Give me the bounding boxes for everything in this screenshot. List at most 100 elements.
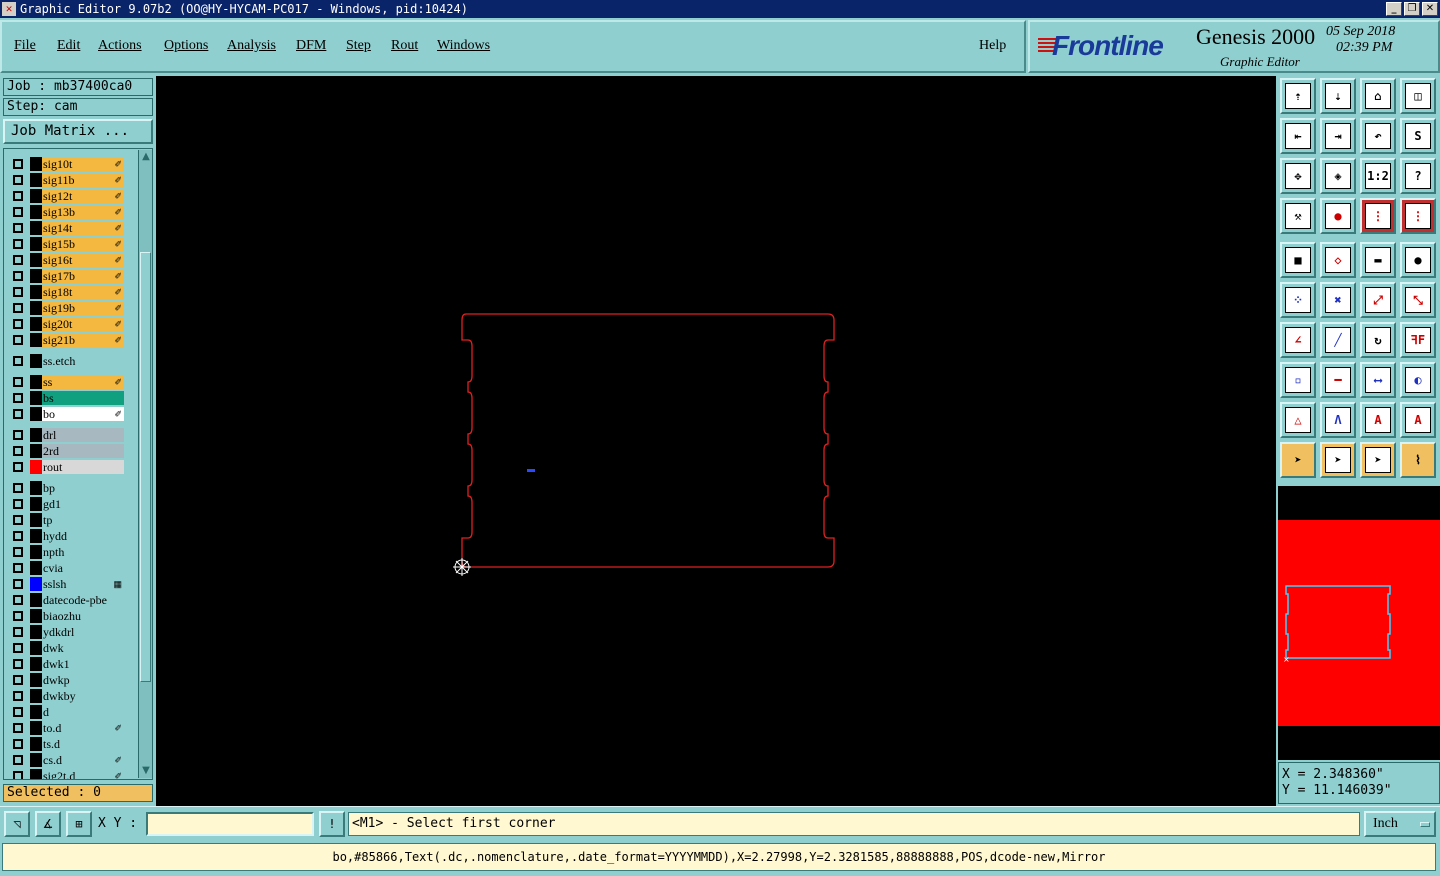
layer-checkbox[interactable] [13, 771, 23, 779]
layer-color-swatch[interactable] [30, 561, 42, 575]
stretch-button[interactable]: ⤡ [1400, 282, 1436, 318]
layer-name[interactable]: drl [42, 428, 124, 442]
layer-checkbox[interactable] [13, 659, 23, 669]
layer-checkbox[interactable] [13, 563, 23, 573]
layer-checkbox[interactable] [13, 319, 23, 329]
layer-checkbox[interactable] [13, 393, 23, 403]
select-box-button[interactable]: ➤ [1320, 442, 1356, 478]
help-button[interactable]: ? [1400, 158, 1436, 194]
layer-checkbox[interactable] [13, 462, 23, 472]
layer-checkbox[interactable] [13, 303, 23, 313]
zoom-in-button[interactable]: ⇥ [1320, 118, 1356, 154]
layer-color-swatch[interactable] [30, 529, 42, 543]
layer-name[interactable]: tp [42, 513, 124, 527]
layer-color-swatch[interactable] [30, 317, 42, 331]
layer-color-swatch[interactable] [30, 444, 42, 458]
menu-rout[interactable]: Rout [391, 38, 418, 54]
layer-name[interactable]: ydkdrl [42, 625, 124, 639]
layer-color-swatch[interactable] [30, 375, 42, 389]
select-poly-button[interactable]: ➤ [1360, 442, 1396, 478]
layer-name[interactable]: sig12t ✐ [42, 189, 124, 203]
layer-name[interactable]: sig18t ✐ [42, 285, 124, 299]
layer-name[interactable]: datecode-pbe [42, 593, 124, 607]
layer-color-swatch[interactable] [30, 625, 42, 639]
select-button[interactable]: ➤ [1280, 442, 1316, 478]
layer-color-swatch[interactable] [30, 481, 42, 495]
window-split-button[interactable]: ◫ [1400, 78, 1436, 114]
layer-checkbox[interactable] [13, 611, 23, 621]
peak-button[interactable]: Λ [1320, 402, 1356, 438]
layer-checkbox[interactable] [13, 643, 23, 653]
layer-color-swatch[interactable] [30, 769, 42, 779]
layer-color-swatch[interactable] [30, 269, 42, 283]
snap-grid-button[interactable]: ⊞ [66, 811, 92, 837]
layer-name[interactable]: 2rd [42, 444, 124, 458]
layer-color-swatch[interactable] [30, 354, 42, 368]
display-options-button[interactable]: ⚒ [1280, 198, 1316, 234]
zoom-ratio-button[interactable]: 1:2 [1360, 158, 1396, 194]
angle-button[interactable]: ∠ [1280, 322, 1316, 358]
layer-name[interactable]: sig10t ✐ [42, 157, 124, 171]
layer-name[interactable]: dwk [42, 641, 124, 655]
layer-checkbox[interactable] [13, 223, 23, 233]
layer-checkbox[interactable] [13, 287, 23, 297]
layer-name[interactable]: dwkp [42, 673, 124, 687]
layer-checkbox[interactable] [13, 579, 23, 589]
layer-color-swatch[interactable] [30, 593, 42, 607]
layer-color-swatch[interactable] [30, 205, 42, 219]
cut-line-button[interactable]: ━ [1320, 362, 1356, 398]
menu-help[interactable]: Help [979, 38, 1006, 54]
layer-name[interactable]: dwk1 [42, 657, 124, 671]
layer-name[interactable]: gd1 [42, 497, 124, 511]
layer-name[interactable]: ts.d [42, 737, 124, 751]
layer-name[interactable]: sig13b ✐ [42, 205, 124, 219]
layer-color-swatch[interactable] [30, 157, 42, 171]
transform-button[interactable]: ▫ [1280, 362, 1316, 398]
delete-node-button[interactable]: ✖ [1320, 282, 1356, 318]
add-line-button[interactable]: ╱ [1320, 322, 1356, 358]
menu-file[interactable]: File [14, 38, 36, 54]
layer-name[interactable]: bs [42, 391, 124, 405]
layer-name[interactable]: ss.etch [42, 354, 124, 368]
layer-checkbox[interactable] [13, 627, 23, 637]
layer-name[interactable]: sig20t ✐ [42, 317, 124, 331]
layer-color-swatch[interactable] [30, 460, 42, 474]
layer-color-swatch[interactable] [30, 407, 42, 421]
layer-name[interactable]: to.d ✐ [42, 721, 124, 735]
layer-checkbox[interactable] [13, 675, 23, 685]
layer-name[interactable]: d [42, 705, 124, 719]
layer-color-swatch[interactable] [30, 391, 42, 405]
layer-name[interactable]: cvia [42, 561, 124, 575]
graphic-canvas[interactable] [156, 76, 1276, 806]
dimension-button[interactable]: ⟷ [1360, 362, 1396, 398]
layer-color-swatch[interactable] [30, 545, 42, 559]
menu-dfm[interactable]: DFM [296, 38, 326, 54]
layer-name[interactable]: sig2t.d ✐ [42, 769, 124, 779]
layer-color-swatch[interactable] [30, 721, 42, 735]
menu-edit[interactable]: Edit [57, 38, 80, 54]
layer-color-swatch[interactable] [30, 609, 42, 623]
layer-name[interactable]: hydd [42, 529, 124, 543]
add-arc-button[interactable]: ↻ [1360, 322, 1396, 358]
layer-checkbox[interactable] [13, 739, 23, 749]
layer-color-swatch[interactable] [30, 428, 42, 442]
menu-analysis[interactable]: Analysis [227, 38, 276, 54]
layer-color-swatch[interactable] [30, 253, 42, 267]
layer-checkbox[interactable] [13, 515, 23, 525]
zoom-fit-button[interactable]: ✥ [1280, 158, 1316, 194]
layer-display-button[interactable]: ⋮ [1400, 198, 1436, 234]
layer-name[interactable]: sig16t ✐ [42, 253, 124, 267]
snap-line-button[interactable]: ◹ [4, 811, 30, 837]
layer-name[interactable]: bo ✐ [42, 407, 124, 421]
layer-name[interactable]: dwkby [42, 689, 124, 703]
save-button[interactable]: ⇣ [1320, 78, 1356, 114]
layer-color-swatch[interactable] [30, 237, 42, 251]
layer-color-swatch[interactable] [30, 189, 42, 203]
zoom-out-button[interactable]: ⇤ [1280, 118, 1316, 154]
slot-button[interactable]: A [1360, 402, 1396, 438]
layer-color-swatch[interactable] [30, 513, 42, 527]
scroll-up-icon[interactable]: ▲ [141, 152, 151, 162]
layer-color-swatch[interactable] [30, 657, 42, 671]
layer-color-swatch[interactable] [30, 173, 42, 187]
layer-checkbox[interactable] [13, 175, 23, 185]
